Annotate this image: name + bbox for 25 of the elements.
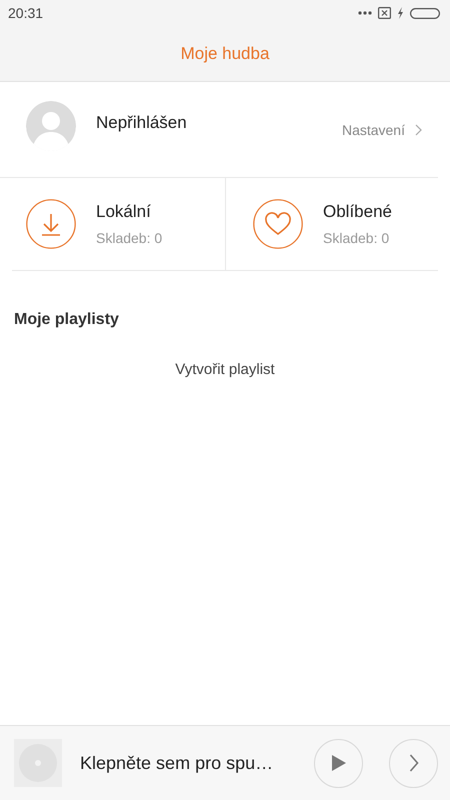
song-count: Skladeb: 0 [323, 230, 390, 246]
collection-title: Lokální [96, 202, 152, 222]
user-name[interactable]: Nepřihlášen [96, 112, 342, 132]
collection-tile[interactable]: Lokální Skladeb: 0 [12, 178, 225, 270]
more-icon [358, 11, 372, 15]
player-bar[interactable]: Klepněte sem pro spu… [0, 725, 450, 800]
collection-tile[interactable]: Oblíbené Skladeb: 0 [225, 178, 438, 270]
create-playlist-link[interactable]: Vytvořit playlist [175, 361, 275, 378]
chevron-icon [408, 754, 418, 772]
now-playing-text[interactable]: Klepněte sem pro spu… [80, 752, 290, 774]
next-button[interactable] [389, 738, 438, 788]
screen-title: Moje hudba [180, 44, 270, 64]
status-time: 20:31 [8, 5, 44, 21]
charging-icon [397, 7, 404, 19]
download-icon [26, 199, 76, 249]
chevron-icon [415, 124, 422, 136]
play-button[interactable] [314, 738, 363, 788]
section-heading: Moje playlisty [13, 310, 120, 329]
song-count: Skladeb: 0 [96, 230, 162, 246]
no-sim-icon [378, 7, 391, 19]
avatar-icon[interactable] [26, 100, 76, 150]
collection-title: Oblíbené [323, 202, 392, 222]
play-icon [330, 754, 346, 772]
battery-icon [410, 8, 440, 18]
settings-link[interactable]: Nastavení [342, 122, 405, 138]
